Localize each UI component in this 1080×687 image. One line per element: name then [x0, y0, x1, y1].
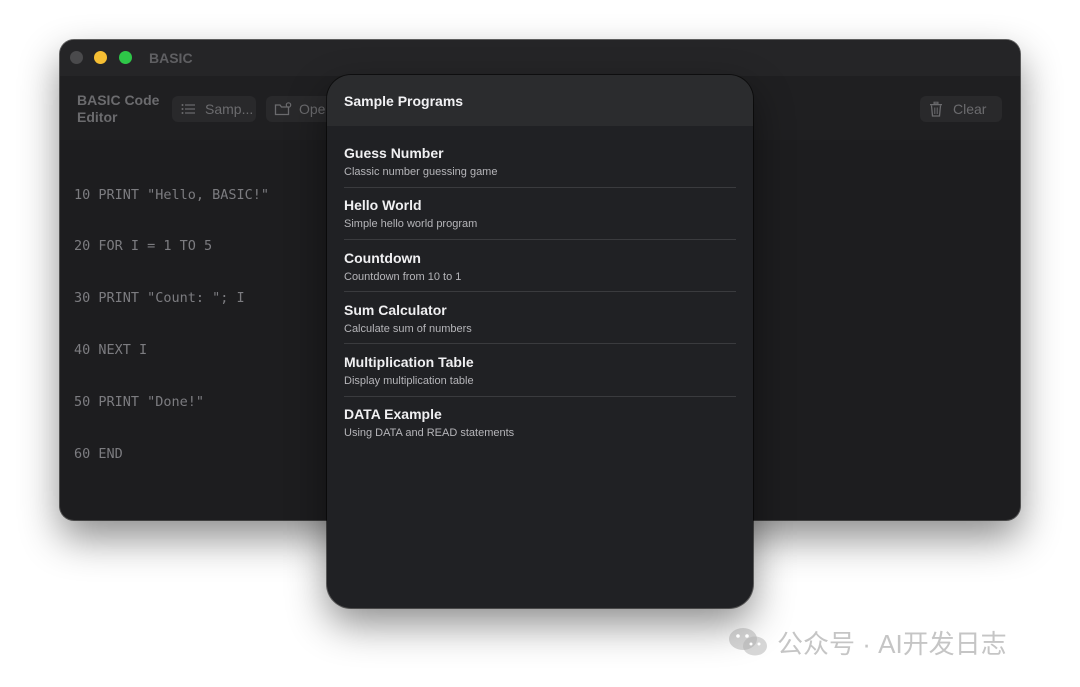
code-line: 30 PRINT "Count: "; I — [74, 290, 245, 307]
program-description: Using DATA and READ statements — [344, 427, 515, 440]
program-item-multiplication-table[interactable]: Multiplication Table Display multiplicat… — [344, 345, 736, 397]
code-line: 20 FOR I = 1 TO 5 — [74, 238, 213, 255]
app-heading: BASIC Code Editor — [77, 92, 160, 125]
list-icon — [180, 101, 196, 117]
program-list: Guess Number Classic number guessing gam… — [344, 136, 736, 450]
sheet-title: Sample Programs — [344, 93, 464, 109]
samples-button-label: Samp... — [205, 101, 254, 117]
code-editor[interactable]: 10 PRINT "Hello, BASIC!" 20 FOR I = 1 TO… — [74, 152, 269, 498]
zoom-window-button[interactable] — [119, 51, 132, 64]
trash-icon — [928, 101, 944, 117]
code-line: 50 PRINT "Done!" — [74, 394, 205, 411]
program-description: Classic number guessing game — [344, 166, 498, 178]
window-title: BASIC — [149, 50, 193, 66]
sheet-header: Sample Programs — [327, 75, 753, 126]
program-item-guess-number[interactable]: Guess Number Classic number guessing gam… — [344, 136, 736, 188]
program-name: Guess Number — [344, 145, 444, 161]
program-item-countdown[interactable]: Countdown Countdown from 10 to 1 — [344, 241, 736, 293]
program-name: Sum Calculator — [344, 301, 447, 318]
program-item-sum-calculator[interactable]: Sum Calculator Calculate sum of numbers — [344, 293, 736, 345]
samples-button[interactable]: Samp... — [172, 96, 256, 122]
clear-button-label: Clear — [953, 101, 987, 117]
program-name: Hello World — [344, 197, 422, 214]
program-name: Multiplication Table — [344, 354, 474, 371]
code-line: 40 NEXT I — [74, 342, 148, 359]
watermark: 公众号 · AI开发日志 — [727, 625, 1007, 659]
program-item-hello-world[interactable]: Hello World Simple hello world program — [344, 188, 736, 240]
title-bar: BASIC — [60, 40, 1020, 77]
program-name: Countdown — [344, 249, 421, 266]
program-description: Countdown from 10 to 1 — [344, 270, 462, 283]
watermark-text: 公众号 · AI开发日志 — [777, 628, 1007, 659]
code-line: 60 END — [74, 446, 123, 463]
code-line: 10 PRINT "Hello, BASIC!" — [74, 186, 270, 203]
program-description: Simple hello world program — [344, 218, 478, 231]
folder-badge-icon — [274, 101, 292, 117]
close-window-button[interactable] — [70, 51, 83, 64]
program-name: DATA Example — [344, 406, 442, 423]
open-button-label: Ope — [299, 101, 326, 117]
program-description: Display multiplication table — [344, 375, 474, 388]
wechat-icon — [727, 626, 769, 658]
sample-programs-sheet: Sample Programs Guess Number Classic num… — [327, 75, 753, 608]
minimize-window-button[interactable] — [94, 51, 107, 64]
clear-button[interactable]: Clear — [920, 96, 1002, 122]
program-item-data-example[interactable]: DATA Example Using DATA and READ stateme… — [344, 397, 736, 449]
program-description: Calculate sum of numbers — [344, 322, 472, 335]
